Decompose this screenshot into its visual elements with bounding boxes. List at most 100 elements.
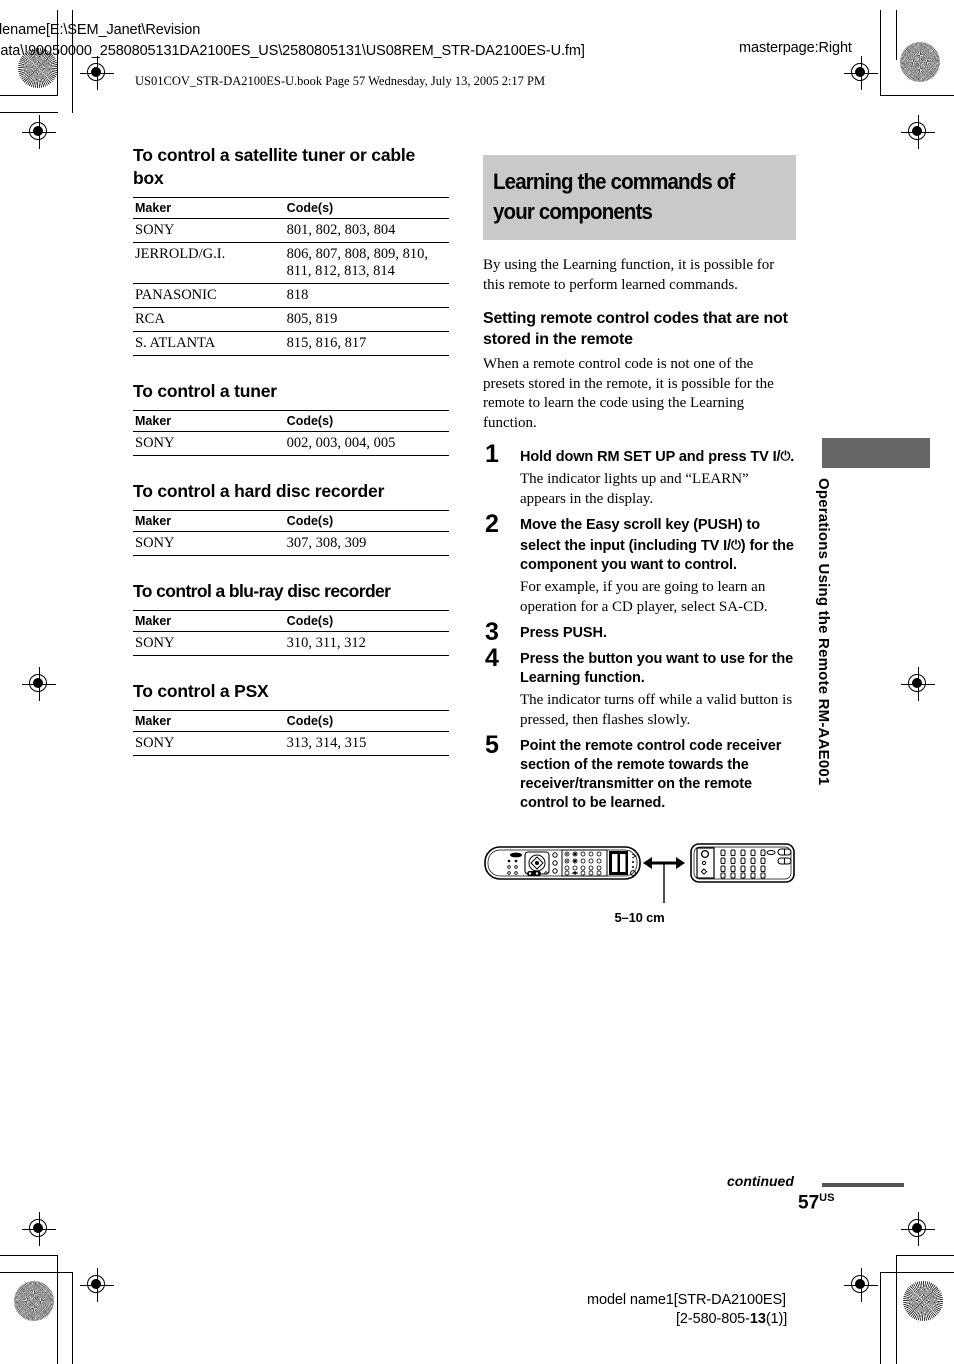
column-header-maker: Maker	[133, 510, 285, 532]
left-column: To control a satellite tuner or cable bo…	[133, 144, 449, 780]
part-number-line: [2-580-805-13(1)]	[676, 1311, 787, 1327]
step-number: 3	[485, 618, 499, 646]
table-row: SONY 002, 003, 004, 005	[133, 431, 449, 456]
cell-codes: 806, 807, 808, 809, 810, 811, 812, 813, …	[284, 242, 449, 284]
crop-rule-top-left-h2	[0, 112, 58, 114]
step-instruction-text-b: .	[790, 449, 795, 465]
cell-maker: SONY	[133, 531, 285, 556]
prepress-filename-line2: Data\!90050000_2580805131DA2100ES_US\258…	[0, 43, 585, 59]
learning-remote-icon	[484, 846, 641, 880]
crop-rule-bottom-left-v1	[57, 1255, 59, 1364]
step-detail: The indicator lights up and “LEARN” appe…	[520, 471, 749, 507]
table-row: RCA 805, 819	[133, 307, 449, 332]
heading-psx: To control a PSX	[133, 681, 269, 701]
side-tab-label: Operations Using the Remote RM-AAE001	[815, 478, 832, 786]
intro-paragraph: By using the Learning function, it is po…	[483, 257, 775, 293]
step-detail: The indicator turns off while a valid bu…	[520, 692, 793, 728]
cell-maker: JERROLD/G.I.	[133, 242, 285, 284]
step-number: 4	[485, 644, 499, 672]
right-column: Learning the commands of your components…	[483, 155, 796, 925]
cell-codes: 818	[284, 283, 449, 308]
step-instruction: Move the Easy scroll key (PUSH) to selec…	[520, 516, 796, 575]
remote-control-distance-figure: 5–10 cm	[483, 831, 796, 925]
heading-tuner: To control a tuner	[133, 381, 277, 401]
page-number: 57US	[798, 1192, 834, 1214]
step-number: 5	[485, 731, 499, 759]
registration-target-bottom-left	[14, 1281, 54, 1321]
sub-intro-paragraph: When a remote control code is not one of…	[483, 356, 774, 431]
source-remote-icon	[690, 843, 795, 883]
table-row: SONY 801, 802, 803, 804	[133, 218, 449, 243]
cell-codes: 805, 819	[284, 307, 449, 332]
registration-mark-top-left	[80, 56, 114, 90]
table-header-row: Maker Code(s)	[133, 610, 449, 632]
power-symbol-icon: ⏻	[780, 448, 791, 463]
page-number-suffix: US	[819, 1192, 835, 1204]
power-symbol-icon: ⏻	[731, 537, 741, 552]
cell-codes: 002, 003, 004, 005	[284, 431, 449, 456]
crop-rule-top-left-h1	[0, 95, 58, 97]
prepress-filename-line1: filename[E:\SEM_Janet\Revision	[0, 22, 201, 38]
cell-codes: 307, 308, 309	[284, 531, 449, 556]
crop-rule-bottom-left-h1	[0, 1255, 58, 1257]
registration-mark-top-right	[844, 56, 878, 90]
crop-rule-bottom-left-v2	[72, 1272, 74, 1364]
column-header-maker: Maker	[133, 410, 285, 432]
table-row: PANASONIC 818	[133, 283, 449, 308]
cell-maker: SONY	[133, 731, 285, 756]
cell-maker: RCA	[133, 307, 285, 332]
cell-maker: SONY	[133, 218, 285, 243]
registration-mark-upper-left	[22, 115, 56, 149]
figure-caption: 5–10 cm	[614, 910, 665, 925]
column-header-maker: Maker	[133, 610, 285, 632]
heading-blu-ray-disc-recorder: To control a blu-ray disc recorder	[133, 581, 391, 601]
column-header-maker: Maker	[133, 710, 285, 732]
step-4: 4 Press the button you want to use for t…	[483, 646, 796, 730]
column-header-codes: Code(s)	[284, 610, 449, 632]
crop-rule-top-right-v2	[896, 10, 898, 60]
step-3: 3 Press PUSH.	[483, 620, 796, 645]
cell-codes: 313, 314, 315	[284, 731, 449, 756]
column-header-codes: Code(s)	[284, 410, 449, 432]
column-header-codes: Code(s)	[284, 710, 449, 732]
registration-mark-mid-left	[22, 667, 56, 701]
subheading-setting-codes: Setting remote control codes that are no…	[483, 310, 788, 348]
registration-mark-lower-left	[22, 1212, 56, 1246]
part-number-suffix: (1)]	[765, 1311, 788, 1327]
registration-mark-mid-right	[901, 667, 935, 701]
crop-rule-bottom-right-v2	[880, 1272, 882, 1364]
table-header-row: Maker Code(s)	[133, 710, 449, 732]
table-header-row: Maker Code(s)	[133, 510, 449, 532]
step-instruction-text-a: Move the Easy scroll key (PUSH) to selec…	[520, 517, 760, 554]
registration-mark-upper-right	[901, 115, 935, 149]
side-tab-block	[822, 438, 930, 468]
column-header-maker: Maker	[133, 197, 285, 219]
crop-rule-bottom-right-h2	[880, 1272, 954, 1274]
cell-maker: SONY	[133, 431, 285, 456]
registration-mark-bottom-left	[80, 1268, 114, 1302]
cell-maker: SONY	[133, 631, 285, 656]
page-number-value: 57	[798, 1192, 820, 1214]
registration-target-top-right	[900, 42, 940, 82]
section-title-band: Learning the commands of your components	[483, 155, 796, 240]
heading-satellite-tuner: To control a satellite tuner or cable bo…	[133, 145, 416, 188]
prepress-book-line: US01COV_STR-DA2100ES-U.book Page 57 Wedn…	[135, 74, 546, 88]
column-header-codes: Code(s)	[284, 197, 449, 219]
step-1: 1 Hold down RM SET UP and press TV I/⏻. …	[483, 442, 796, 509]
table-row: SONY 313, 314, 315	[133, 731, 449, 756]
continued-label: continued	[727, 1173, 794, 1189]
heading-hard-disc-recorder: To control a hard disc recorder	[133, 481, 385, 501]
cell-maker: PANASONIC	[133, 283, 285, 308]
crop-rule-bottom-left-h2	[0, 1272, 72, 1274]
continued-rule	[822, 1183, 904, 1187]
table-row: JERROLD/G.I. 806, 807, 808, 809, 810, 81…	[133, 242, 449, 284]
crop-rule-top-right-v1	[880, 10, 882, 96]
step-instruction: Press the button you want to use for the…	[520, 651, 794, 686]
step-instruction: Press PUSH.	[520, 625, 607, 641]
step-instruction: Point the remote control code receiver s…	[520, 738, 782, 811]
registration-mark-lower-right	[901, 1212, 935, 1246]
step-2: 2 Move the Easy scroll key (PUSH) to sel…	[483, 512, 796, 617]
prepress-masterpage: masterpage:Right	[739, 40, 852, 56]
table-header-row: Maker Code(s)	[133, 197, 449, 219]
column-header-codes: Code(s)	[284, 510, 449, 532]
